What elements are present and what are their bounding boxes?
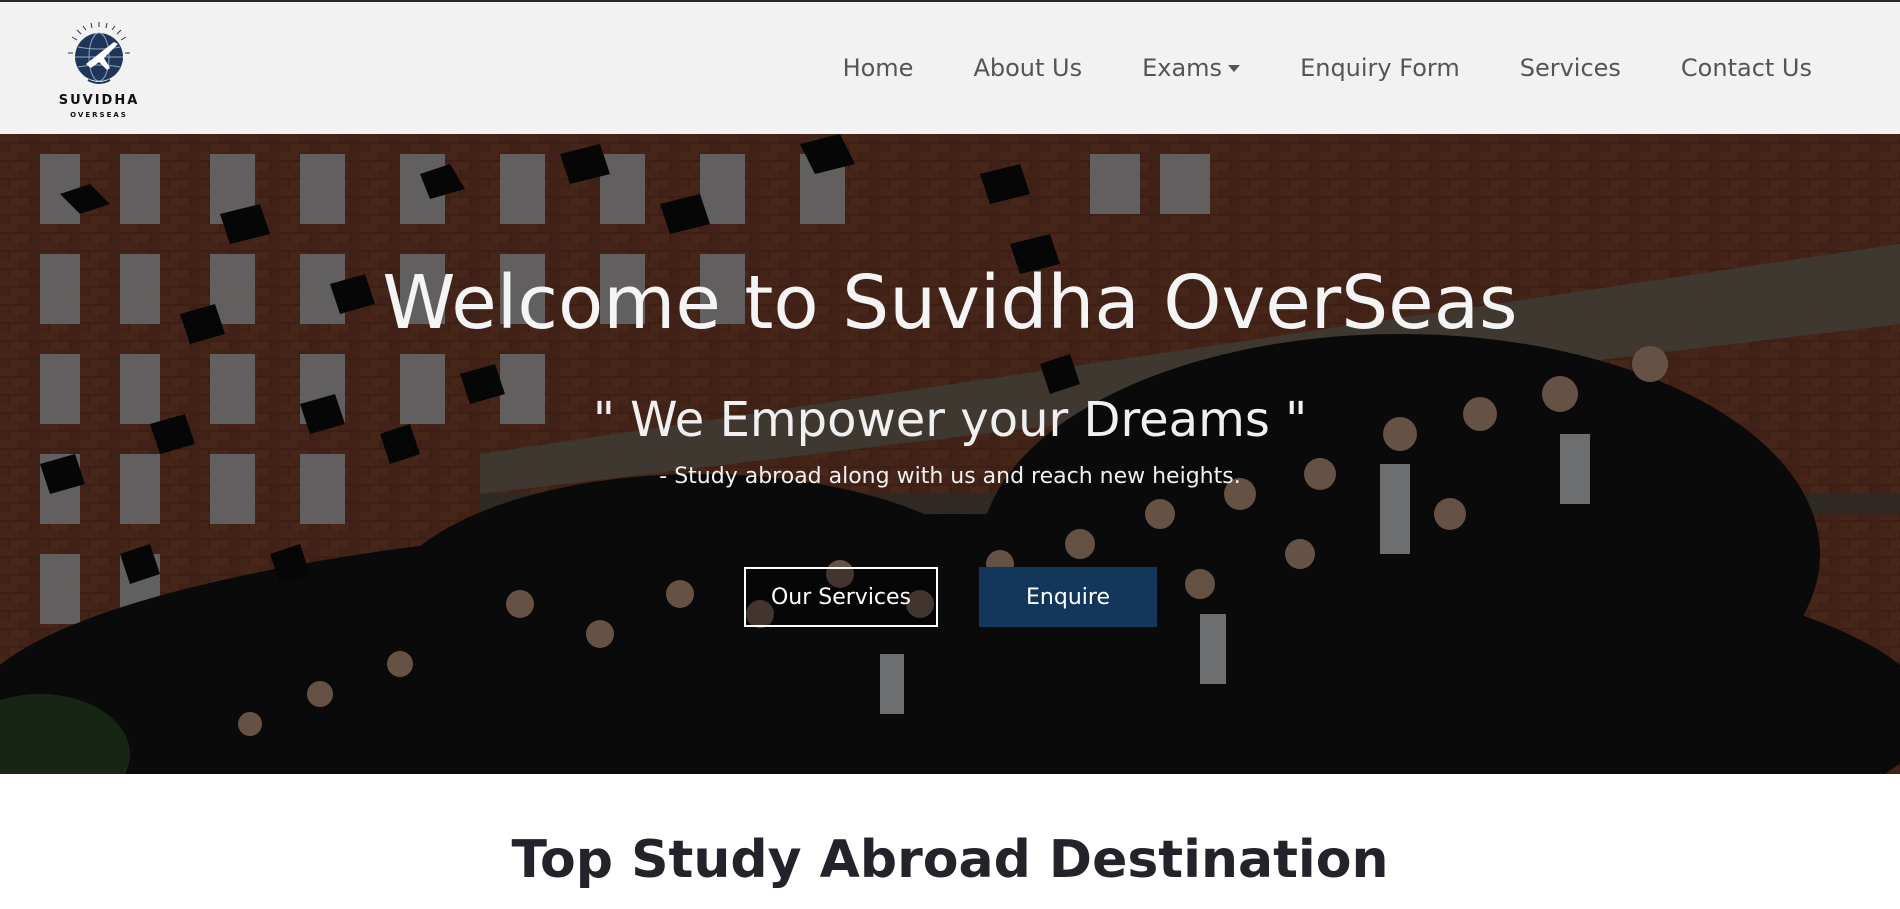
hero-title: Welcome to Suvidha OverSeas: [382, 260, 1518, 346]
nav-services[interactable]: Services: [1490, 54, 1651, 82]
navbar: SUVIDHA OVERSEAS Home About Us Exams Enq…: [0, 2, 1900, 134]
main-nav: Home About Us Exams Enquiry Form Service…: [813, 2, 1812, 134]
logo-subtitle: OVERSEAS: [70, 111, 128, 119]
hero-content: Welcome to Suvidha OverSeas " We Empower…: [0, 134, 1900, 774]
nav-home[interactable]: Home: [813, 54, 944, 82]
logo-brand: SUVIDHA: [58, 93, 140, 108]
nav-enquiry-form[interactable]: Enquiry Form: [1270, 54, 1490, 82]
globe-airplane-logo-icon: [68, 22, 130, 84]
hero-subtitle: - Study abroad along with us and reach n…: [659, 464, 1241, 489]
hero-tagline: " We Empower your Dreams ": [592, 392, 1308, 448]
enquire-button[interactable]: Enquire: [979, 567, 1157, 627]
logo[interactable]: SUVIDHA OVERSEAS: [58, 20, 140, 120]
caret-down-icon: [1228, 64, 1241, 72]
hero-banner: Welcome to Suvidha OverSeas " We Empower…: [0, 134, 1900, 774]
nav-exams-label: Exams: [1142, 54, 1223, 82]
section-title: Top Study Abroad Destination: [511, 830, 1389, 890]
nav-contact-us[interactable]: Contact Us: [1651, 54, 1812, 82]
nav-exams[interactable]: Exams: [1112, 54, 1270, 82]
nav-about-us[interactable]: About Us: [943, 54, 1112, 82]
our-services-button[interactable]: Our Services: [744, 567, 938, 627]
